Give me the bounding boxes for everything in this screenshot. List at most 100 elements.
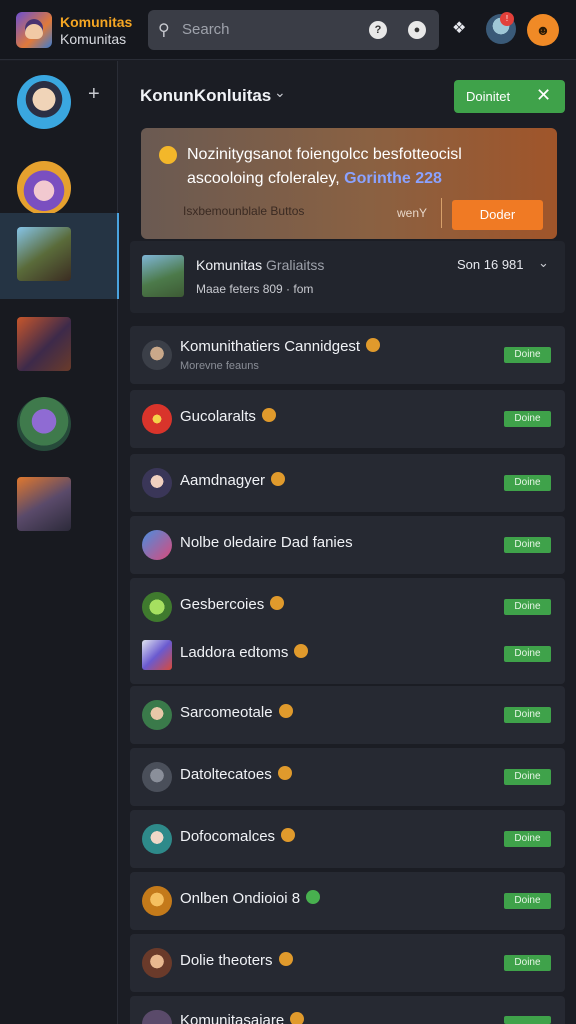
list-item[interactable]: Dofocomalces Doine [130,810,565,868]
featured-community[interactable]: Komunitas Graliaitss Maae feters 809 · f… [130,241,565,313]
list-item-label: Datoltecatoes [180,766,292,783]
search-bar[interactable]: ⚲ Search ? ● [148,10,439,50]
avatar [142,404,172,434]
status-badge: Doine [504,769,551,785]
list-item-label: Aamdnagyer [180,472,286,489]
emoji-icon[interactable]: ● [408,21,426,39]
emoji-icon [294,644,309,658]
featured-name: Komunitas Graliaitss [196,257,325,273]
featured-meta: Maae feters 809 · fom [196,282,314,296]
list-item-label: Onlben Ondioioi 8 [180,890,321,907]
avatar [142,948,172,978]
community-title[interactable]: KonunKonluitas [140,86,271,106]
community-rail: + [0,61,119,1024]
list-item[interactable]: Onlben Ondioioi 8 Doine [130,872,565,930]
avatar [142,640,172,670]
rail-item-game-5[interactable] [0,383,118,469]
status-badge: Doine [504,831,551,847]
emoji-button[interactable]: ☻ [527,14,559,46]
status-badge: Doine [504,599,551,615]
app-logo[interactable] [16,12,52,48]
list-item-sub: Morevne feauns [180,360,259,372]
avatar [142,530,172,560]
search-icon: ⚲ [158,22,170,39]
avatar [142,700,172,730]
list-item-label: Sarcomeotale [180,704,293,721]
status-badge: Doine [504,707,551,723]
close-icon[interactable]: ✕ [536,85,551,106]
chevron-down-icon[interactable]: ⌄ [538,255,549,271]
join-button-label: Doinitet [466,89,511,104]
list-item-label: Dofocomalces [180,828,296,845]
status-badge: Doine [504,537,551,553]
promo-caption: Isxbemounblale Buttos [183,204,305,218]
list-item[interactable]: Nolbe oledaire Dad fanies Doine [130,516,565,574]
list-item-label: Laddora edtoms [180,644,309,661]
list-item-label: Nolbe oledaire Dad fanies [180,534,353,551]
emoji-icon [290,1012,305,1024]
list-item-label: Gucolaralts [180,408,276,425]
emoji-icon [278,704,293,718]
avatar [142,468,172,498]
status-badge: Doine [504,475,551,491]
status-badge: Doine [504,893,551,909]
avatar [142,592,172,622]
join-button[interactable]: Doinitet ✕ [454,80,565,113]
list-item[interactable]: Dolie theoters Doine [130,934,565,992]
status-badge: Doine [504,347,551,363]
avatar [142,340,172,370]
app-subtitle: Komunitas [60,31,127,47]
emoji-icon [278,952,293,966]
avatar [142,824,172,854]
promo-line-1: Nozinitygsanot foiengolcc besfotteocisl [187,146,462,163]
notification-badge: ! [500,12,514,26]
list-item-label: Komunithatiers Cannidgest [180,338,381,355]
game-thumbnail [17,397,71,451]
rail-item-game-3[interactable] [0,213,119,299]
list-item[interactable]: Gucolaralts Doine [130,390,565,448]
filter-icon[interactable]: ? [369,21,387,39]
game-thumbnail [17,477,71,531]
status-badge: Doine [504,955,551,971]
list-item[interactable]: Aamdnagyer Doine [130,454,565,512]
status-badge [504,1016,551,1024]
rail-item-game-6[interactable] [0,463,118,549]
avatar [142,762,172,792]
promo-banner: Nozinitygsanot foiengolcc besfotteocisl … [141,128,557,239]
chevron-down-icon[interactable]: ⌄ [274,84,286,101]
add-icon[interactable]: + [88,83,100,106]
avatar [142,886,172,916]
emoji-icon [306,890,321,904]
avatar [142,1010,172,1024]
promo-tag: wenY [397,206,428,220]
divider [441,198,442,228]
featured-date: Son 16 981 [457,257,524,272]
rail-item-avatar-1[interactable]: + [0,61,118,147]
top-bar: Komunitas Komunitas ⚲ Search ? ● ❖ ! ☻ [0,0,576,60]
game-thumbnail [17,227,71,281]
list-item[interactable]: Komunitasaiare [130,996,565,1024]
list-item[interactable]: Komunithatiers Cannidgest Morevne feauns… [130,326,565,384]
community-thumbnail [142,255,184,297]
emoji-icon [271,472,286,486]
status-badge: Doine [504,646,551,662]
emoji-icon [366,338,381,352]
emoji-icon [270,596,285,610]
list-item[interactable]: Sarcomeotale Doine [130,686,565,744]
list-item-label: Gesbercoies [180,596,285,613]
emoji-icon [281,828,296,842]
game-thumbnail [17,317,71,371]
list-item-label: Komunitasaiare [180,1012,305,1024]
rail-item-game-4[interactable] [0,303,118,389]
avatar [17,161,71,215]
sparkle-icon [159,146,177,164]
search-input[interactable]: Search [182,21,230,38]
list-item[interactable]: Gesbercoies Doine Laddora edtoms Doine [130,578,565,684]
promo-cta-button[interactable]: Doder [452,200,543,230]
grid-icon[interactable]: ❖ [452,18,466,38]
list-item[interactable]: Datoltecatoes Doine [130,748,565,806]
avatar [17,75,71,129]
emoji-icon [261,408,276,422]
promo-line-2-text: ascooloing cfoleraley, [187,170,345,187]
promo-line-2: ascooloing cfoleraley, Gorinthe 228 [187,170,442,188]
